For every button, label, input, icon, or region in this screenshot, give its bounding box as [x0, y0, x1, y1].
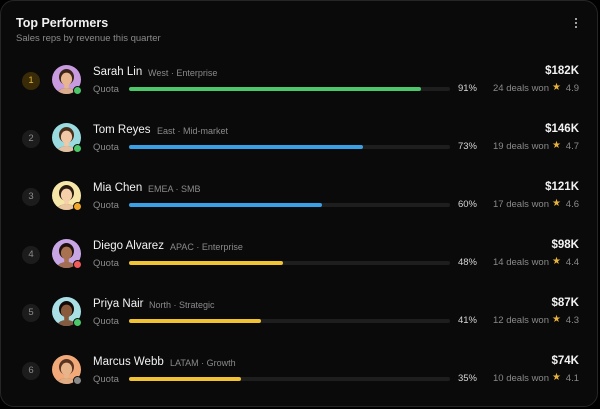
rep-name[interactable]: Sarah Lin: [93, 66, 142, 78]
quota-label: Quota: [93, 200, 119, 211]
quota-percent: 60%: [457, 199, 477, 210]
revenue-value: $121K: [545, 181, 579, 193]
deals-won: 14 deals won: [493, 257, 549, 268]
card-subtitle: Sales reps by revenue this quarter: [16, 33, 161, 44]
quota-label: Quota: [93, 142, 119, 153]
quota-percent: 48%: [457, 257, 477, 268]
quota-progress-track: [129, 203, 450, 207]
quota-label: Quota: [93, 84, 119, 95]
rank-badge: 3: [22, 188, 40, 206]
revenue-value: $87K: [551, 297, 580, 309]
quota-percent: 91%: [457, 83, 477, 94]
star-icon: ★: [552, 82, 561, 93]
rep-region-segment: APAC · Enterprise: [170, 242, 243, 252]
rep-region-segment: North · Strategic: [149, 300, 215, 310]
status-dot: [73, 260, 82, 269]
status-dot: [73, 376, 82, 385]
performer-row[interactable]: 6 Marcus Webb LATAM · Growth Quota 35% 10 dea…: [1, 355, 597, 406]
rep-region-segment: West · Enterprise: [148, 68, 218, 78]
performer-row[interactable]: 4 Diego Alvarez APAC · Enterprise Quota 48% 1…: [1, 239, 597, 297]
quota-progress-fill: [129, 87, 422, 91]
performer-row[interactable]: 2 Tom Reyes East · Mid-market Quota 73% 19 de…: [1, 123, 597, 181]
star-icon: ★: [552, 198, 561, 209]
quota-progress-fill: [129, 319, 261, 323]
star-icon: ★: [552, 256, 561, 267]
performer-row[interactable]: 1 Sarah Lin West · Enterprise Quota 91% 24 de…: [1, 65, 597, 123]
deals-won: 17 deals won: [493, 199, 549, 210]
star-icon: ★: [552, 314, 561, 325]
rank-badge: 4: [22, 246, 40, 264]
deals-won: 19 deals won: [493, 141, 549, 152]
rep-region-segment: LATAM · Growth: [170, 358, 236, 368]
quota-progress-fill: [129, 261, 284, 265]
rep-name[interactable]: Diego Alvarez: [93, 240, 164, 252]
rating-value: 4.7: [565, 141, 579, 152]
deals-won: 10 deals won: [493, 373, 549, 384]
quota-progress-track: [129, 319, 450, 323]
rating-value: 4.4: [565, 257, 579, 268]
status-dot: [73, 86, 82, 95]
rep-region-segment: East · Mid-market: [157, 126, 229, 136]
rating-value: 4.6: [565, 199, 579, 210]
deals-won: 24 deals won: [493, 83, 549, 94]
rep-name[interactable]: Tom Reyes: [93, 124, 151, 136]
rank-badge: 2: [22, 130, 40, 148]
rating-value: 4.3: [565, 315, 579, 326]
status-dot: [73, 202, 82, 211]
revenue-value: $146K: [545, 123, 579, 135]
rep-name[interactable]: Priya Nair: [93, 298, 143, 310]
quota-progress-track: [129, 377, 450, 381]
more-vertical-icon[interactable]: [573, 18, 579, 32]
revenue-value: $74K: [551, 355, 580, 367]
rating-value: 4.1: [565, 373, 579, 384]
status-dot: [73, 144, 82, 153]
quota-progress-fill: [129, 203, 322, 207]
quota-progress-fill: [129, 145, 364, 149]
status-dot: [73, 318, 82, 327]
performer-row[interactable]: 5 Priya Nair North · Strategic Quota 41% 12 d…: [1, 297, 597, 355]
star-icon: ★: [552, 140, 561, 151]
star-icon: ★: [552, 372, 561, 383]
revenue-value: $182K: [545, 65, 579, 77]
quota-label: Quota: [93, 316, 119, 327]
quota-percent: 73%: [457, 141, 477, 152]
performer-row[interactable]: 3 Mia Chen EMEA · SMB Quota 60% 17 deals won ★…: [1, 181, 597, 239]
quota-progress-fill: [129, 377, 242, 381]
quota-label: Quota: [93, 258, 119, 269]
quota-progress-track: [129, 261, 450, 265]
rep-region-segment: EMEA · SMB: [148, 184, 201, 194]
rating-value: 4.9: [565, 83, 579, 94]
rank-badge: 6: [22, 362, 40, 380]
deals-won: 12 deals won: [493, 315, 549, 326]
rep-name[interactable]: Mia Chen: [93, 182, 142, 194]
rank-badge: 1: [22, 72, 40, 90]
quota-label: Quota: [93, 374, 119, 385]
quota-percent: 35%: [457, 373, 477, 384]
rank-badge: 5: [22, 304, 40, 322]
quota-progress-track: [129, 87, 450, 91]
revenue-value: $98K: [551, 239, 580, 251]
quota-progress-track: [129, 145, 450, 149]
top-performers-card: Top Performers Sales reps by revenue thi…: [0, 0, 598, 407]
rep-name[interactable]: Marcus Webb: [93, 356, 164, 368]
card-title: Top Performers: [16, 16, 109, 30]
quota-percent: 41%: [457, 315, 477, 326]
